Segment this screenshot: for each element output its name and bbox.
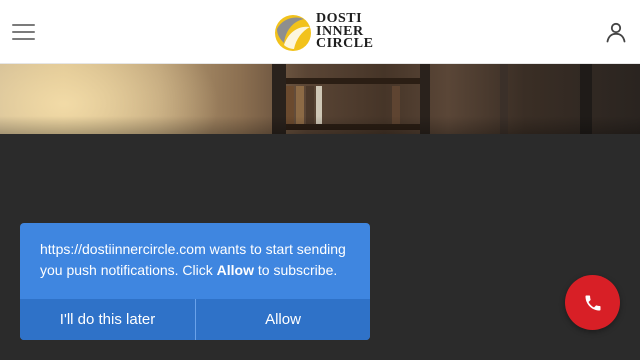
menu-bar bbox=[12, 24, 35, 26]
bookshelf-top bbox=[280, 78, 420, 84]
logo-emblem-icon bbox=[275, 15, 311, 51]
notification-message: https://dostiinnercircle.com wants to st… bbox=[40, 239, 358, 281]
phone-icon bbox=[585, 295, 600, 310]
call-button[interactable] bbox=[565, 275, 620, 330]
push-notification-prompt: https://dostiinnercircle.com wants to st… bbox=[20, 223, 370, 340]
menu-bar bbox=[12, 31, 35, 33]
logo-wordmark: DOSTI INNER CIRCLE bbox=[316, 12, 374, 52]
notification-message-tail: to subscribe. bbox=[253, 262, 338, 278]
logo-line-3: CIRCLE bbox=[316, 36, 374, 52]
notification-message-bold: Allow bbox=[216, 262, 254, 278]
user-icon-graphic bbox=[606, 22, 626, 43]
allow-button[interactable]: Allow bbox=[195, 299, 370, 340]
hero-image bbox=[0, 64, 640, 134]
hero-shade bbox=[0, 116, 640, 134]
menu-bar bbox=[12, 38, 35, 40]
notification-actions: I'll do this later Allow bbox=[20, 299, 370, 340]
hamburger-menu-icon[interactable] bbox=[12, 22, 36, 42]
site-header: DOSTI INNER CIRCLE bbox=[0, 0, 640, 64]
user-account-icon[interactable] bbox=[604, 20, 628, 44]
site-logo[interactable]: DOSTI INNER CIRCLE bbox=[272, 10, 374, 54]
do-this-later-button[interactable]: I'll do this later bbox=[20, 299, 195, 340]
